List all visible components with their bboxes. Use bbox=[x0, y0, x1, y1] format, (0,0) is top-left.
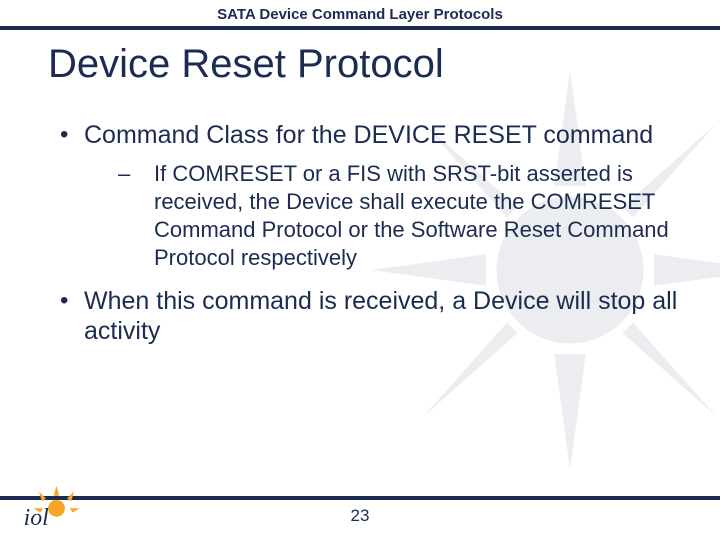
slide-title: Device Reset Protocol bbox=[48, 42, 444, 87]
bullet-item: • When this command is received, a Devic… bbox=[60, 286, 680, 346]
footer-divider bbox=[0, 496, 720, 500]
bullet-sub-item: – If COMRESET or a FIS with SRST-bit ass… bbox=[118, 160, 680, 272]
bullet-sub-text: If COMRESET or a FIS with SRST-bit asser… bbox=[154, 160, 680, 272]
iol-logo-icon: iol bbox=[18, 484, 88, 534]
bullet-text: When this command is received, a Device … bbox=[84, 286, 680, 346]
slide: SATA Device Command Layer Protocols Devi… bbox=[0, 0, 720, 540]
bullet-dot-icon: • bbox=[60, 286, 84, 346]
page-number: 23 bbox=[0, 506, 720, 526]
header-divider bbox=[0, 26, 720, 30]
bullet-item: • Command Class for the DEVICE RESET com… bbox=[60, 120, 680, 150]
header-subtitle: SATA Device Command Layer Protocols bbox=[0, 6, 720, 23]
bullet-text: Command Class for the DEVICE RESET comma… bbox=[84, 120, 653, 150]
slide-body: • Command Class for the DEVICE RESET com… bbox=[60, 120, 680, 354]
bullet-dot-icon: • bbox=[60, 120, 84, 150]
logo-text: iol bbox=[24, 505, 50, 531]
bullet-dash-icon: – bbox=[118, 160, 154, 272]
